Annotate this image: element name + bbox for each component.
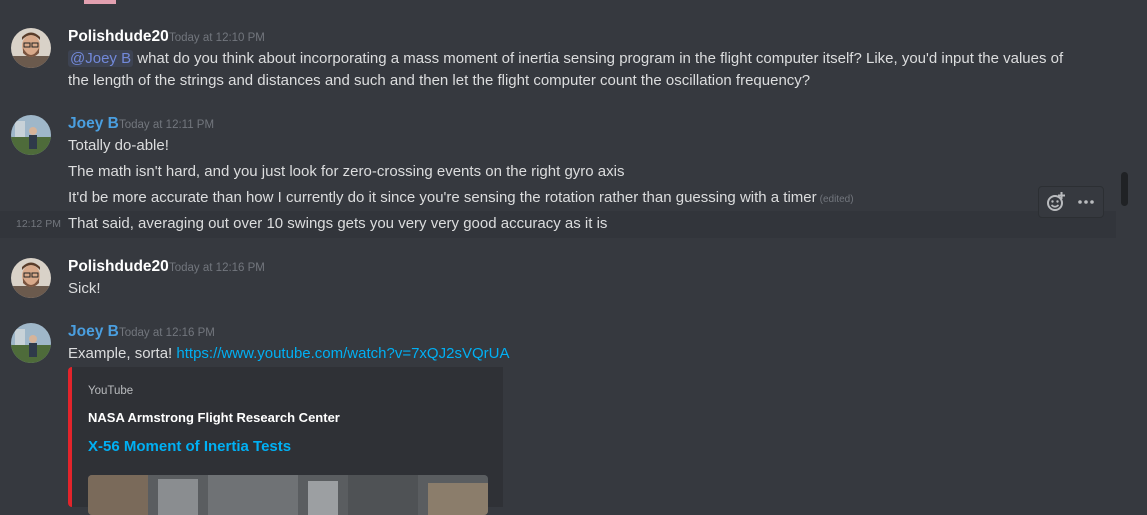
embed-author[interactable]: NASA Armstrong Flight Research Center [88,409,340,427]
message-text: Example, sorta! [68,345,177,362]
message-timestamp: Today at 12:16 PM [169,262,265,274]
message-line: It'd be more accurate than how I current… [68,188,854,210]
more-options-icon[interactable] [1073,190,1099,214]
avatar-polishdude20[interactable] [11,258,51,298]
message-line: The math isn't hard, and you just look f… [68,163,625,180]
message-timestamp: Today at 12:11 PM [119,119,215,131]
scrollbar-thumb[interactable] [1121,172,1128,206]
author-name[interactable]: Joey B [68,322,119,342]
message-timestamp: Today at 12:16 PM [119,327,215,339]
message-toolbar [1038,186,1104,218]
previous-embed-image[interactable] [84,0,116,4]
link-embed: YouTube NASA Armstrong Flight Research C… [68,367,503,515]
hover-timestamp: 12:12 PM [16,218,61,230]
message-text: It'd be more accurate than how I current… [68,189,817,206]
message-line: Totally do-able! [68,137,169,154]
add-reaction-icon[interactable] [1043,190,1069,214]
embed-title[interactable]: X-56 Moment of Inertia Tests [88,437,291,457]
author-name[interactable]: Polishdude20 [68,27,169,47]
embed-provider[interactable]: YouTube [88,383,133,399]
user-mention[interactable]: @Joey B [68,50,134,67]
avatar-polishdude20[interactable] [11,28,51,68]
message-line: Sick! [68,280,101,297]
message-link[interactable]: https://www.youtube.com/watch?v=7xQJ2sVQ… [176,345,509,362]
embed-video-thumbnail[interactable] [88,475,488,515]
message-line: That said, averaging out over 10 swings … [68,215,608,232]
author-name[interactable]: Polishdude20 [68,257,169,277]
edited-tag: (edited) [819,194,854,205]
message-timestamp: Today at 12:10 PM [169,32,265,44]
message-line: Example, sorta! https://www.youtube.com/… [68,344,509,364]
author-name[interactable]: Joey B [68,114,119,134]
avatar-joey-b[interactable] [11,115,51,155]
message-text: what do you think about incorporating a … [133,50,1064,67]
avatar-joey-b[interactable] [11,323,51,363]
message-line: @Joey B what do you think about incorpor… [68,49,1063,69]
message-line: the length of the strings and distances … [68,72,811,89]
